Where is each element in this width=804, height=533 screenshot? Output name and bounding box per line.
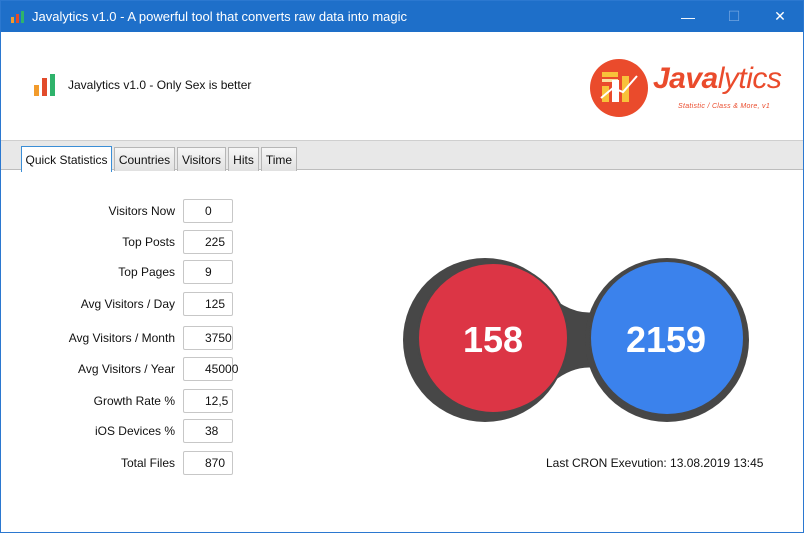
stat-value-field[interactable]: 12,5 (183, 389, 233, 413)
app-subtitle: Javalytics v1.0 - Only Sex is better (68, 78, 252, 92)
close-button[interactable]: ✕ (757, 1, 803, 32)
left-circle-value: 158 (463, 319, 523, 360)
stat-row-top-pages: Top Pages 9 (1, 260, 241, 284)
app-header: Javalytics v1.0 - Only Sex is better Jav… (1, 32, 803, 140)
app-chart-icon (11, 11, 24, 23)
stat-row-avg-visitors-year: Avg Visitors / Year 45000 (1, 357, 241, 381)
stat-row-top-posts: Top Posts 225 (1, 230, 241, 254)
stat-label: Total Files (120, 456, 175, 470)
right-circle-value: 2159 (626, 319, 706, 360)
logo-wordmark: Javalytics (653, 62, 782, 96)
stat-label: Visitors Now (108, 204, 175, 218)
stat-row-ios-devices: iOS Devices % 38 (1, 419, 241, 443)
maximize-icon: ☐ (727, 8, 741, 24)
logo-chart-icon (590, 59, 648, 117)
last-cron-label: Last CRON Exevution: 13.08.2019 13:45 (546, 456, 764, 470)
stat-label: Avg Visitors / Year (78, 362, 175, 376)
close-icon: ✕ (774, 8, 786, 24)
stat-row-visitors-now: Visitors Now 0 (1, 199, 241, 223)
stat-value-field[interactable]: 125 (183, 292, 233, 316)
stat-label: Avg Visitors / Day (80, 297, 175, 311)
minimize-icon: — (681, 8, 695, 25)
stat-value-field[interactable]: 3750 (183, 326, 233, 350)
stat-label: iOS Devices % (94, 424, 175, 438)
stat-value-field[interactable]: 9 (183, 260, 233, 284)
logo-word-lytics: lytics (717, 62, 782, 95)
tab-visitors[interactable]: Visitors (177, 147, 226, 171)
stat-value-field[interactable]: 38 (183, 419, 233, 443)
tab-quick-statistics[interactable]: Quick Statistics (21, 146, 112, 172)
stat-label: Growth Rate % (93, 394, 175, 408)
stat-label: Top Posts (122, 235, 175, 249)
stat-row-total-files: Total Files 870 (1, 451, 241, 475)
stat-row-growth-rate: Growth Rate % 12,5 (1, 389, 241, 413)
app-window: Javalytics v1.0 - A powerful tool that c… (0, 0, 804, 533)
stat-row-avg-visitors-day: Avg Visitors / Day 125 (1, 292, 241, 316)
logo-word-java: Java (653, 62, 718, 95)
logo-tagline: Statistic / Class & More, v1 (678, 103, 771, 110)
stat-row-avg-visitors-month: Avg Visitors / Month 3750 (1, 326, 241, 350)
tab-hits[interactable]: Hits (228, 147, 259, 171)
maximize-button[interactable]: ☐ (711, 1, 757, 32)
javalytics-logo: Javalytics Statistic / Class & More, v1 (589, 56, 789, 120)
minimize-button[interactable]: — (665, 1, 711, 32)
stat-label: Top Pages (118, 265, 175, 279)
stat-value-field[interactable]: 45000 (183, 357, 238, 381)
title-bar[interactable]: Javalytics v1.0 - A powerful tool that c… (1, 1, 803, 32)
stat-label: Avg Visitors / Month (68, 331, 175, 345)
bar-chart-icon (34, 74, 55, 96)
stat-value-field[interactable]: 0 (183, 199, 233, 223)
tab-countries[interactable]: Countries (114, 147, 175, 171)
tab-time[interactable]: Time (261, 147, 297, 171)
stat-value-field[interactable]: 225 (183, 230, 233, 254)
tab-bar: Quick Statistics Countries Visitors Hits… (1, 140, 803, 172)
stat-value-field[interactable]: 870 (183, 451, 233, 475)
visitors-circles-graphic: 158 2159 (403, 258, 749, 422)
window-title: Javalytics v1.0 - A powerful tool that c… (32, 9, 408, 24)
